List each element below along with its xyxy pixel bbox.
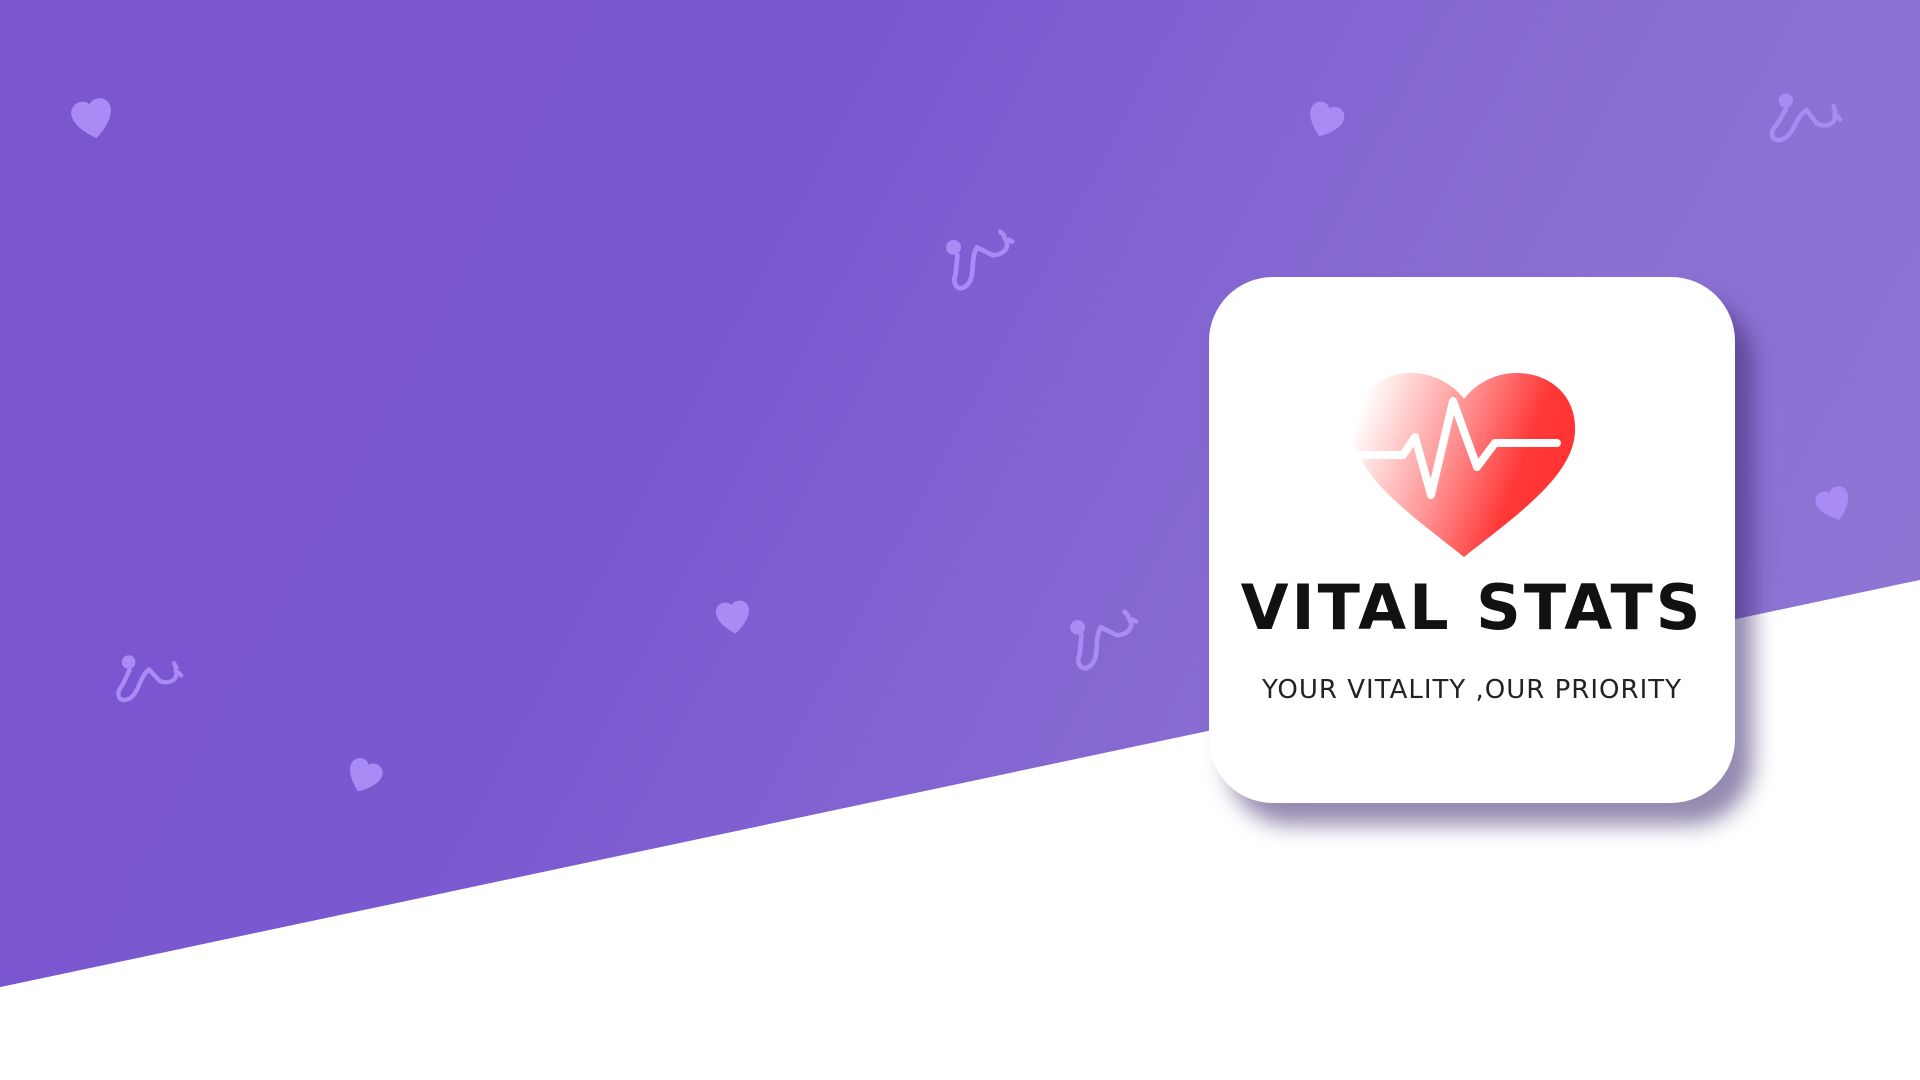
heart-pulse-icon — [1319, 357, 1609, 577]
stethoscope-icon — [1062, 604, 1140, 682]
heart-icon — [701, 586, 765, 644]
app-name: VITAL STATS — [1240, 571, 1704, 644]
app-icon-card: VITAL STATS YOUR VITALITY ,OUR PRIORITY — [1209, 277, 1735, 803]
tagline: YOUR VITALITY ,OUR PRIORITY — [1261, 675, 1683, 705]
promo-banner: VITAL STATS YOUR VITALITY ,OUR PRIORITY — [0, 0, 1920, 1080]
stethoscope-icon — [938, 224, 1016, 302]
heart-icon — [56, 80, 127, 151]
